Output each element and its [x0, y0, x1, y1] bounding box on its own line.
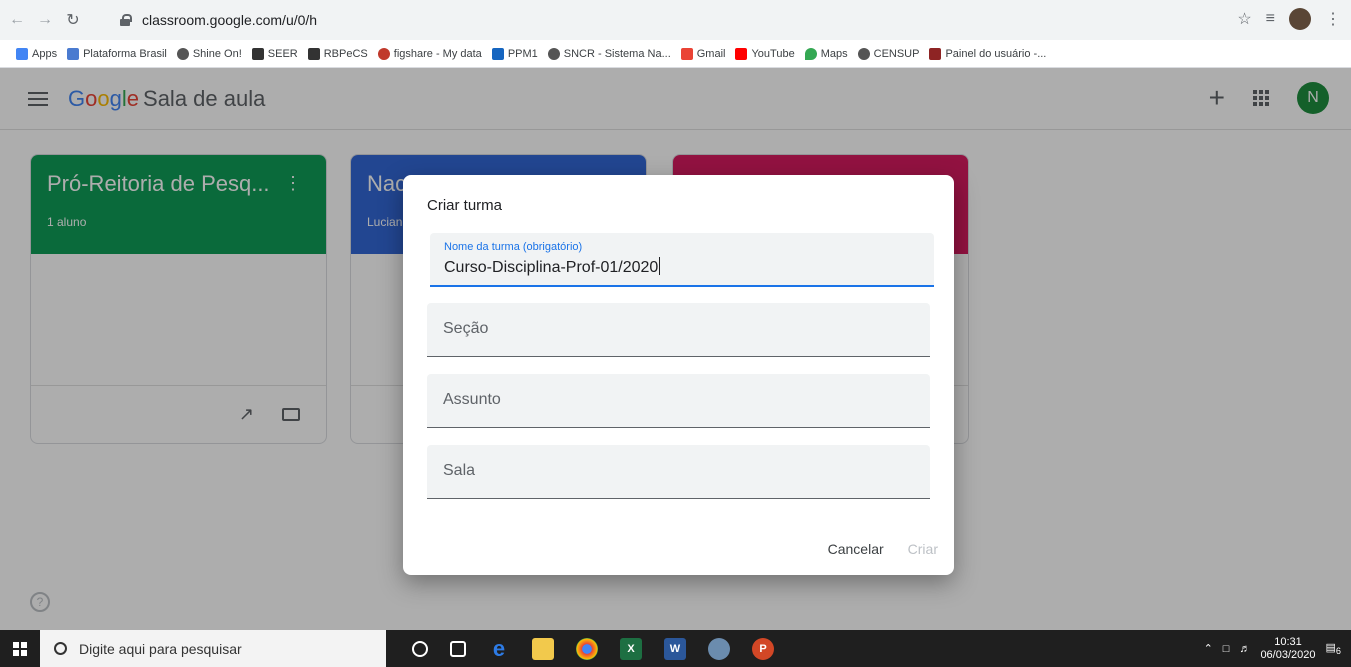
- apps-grid-icon: [16, 47, 28, 60]
- reading-list-icon[interactable]: ≡: [1266, 10, 1275, 28]
- notifications-icon[interactable]: ▤6: [1326, 641, 1342, 656]
- bookmark-ppm1[interactable]: PPM1: [491, 47, 538, 60]
- bookmark-figshare[interactable]: figshare - My data: [377, 47, 482, 60]
- room-placeholder: Sala: [443, 462, 476, 479]
- system-clock[interactable]: 10:31 06/03/2020: [1260, 636, 1315, 662]
- task-view-icon[interactable]: [450, 640, 466, 657]
- gmail-icon: [680, 47, 693, 60]
- taskbar-search-placeholder: Digite aqui para pesquisar: [79, 640, 242, 657]
- chrome-menu-icon[interactable]: ⋮: [1325, 9, 1341, 29]
- create-class-dialog: Criar turma Nome da turma (obrigatório) …: [403, 175, 954, 575]
- chevron-up-icon[interactable]: ⌃: [1204, 642, 1213, 655]
- globe-icon: [547, 47, 560, 60]
- bookmark-plataforma-brasil[interactable]: Plataforma Brasil: [67, 47, 167, 60]
- excel-icon[interactable]: X: [620, 637, 642, 660]
- class-name-label: Nome da turma (obrigatório): [444, 241, 583, 253]
- search-icon: [54, 642, 67, 655]
- volume-icon[interactable]: ♬: [1239, 643, 1250, 655]
- taskbar: Digite aqui para pesquisar e X W P ⌃ □ ♬…: [0, 630, 1351, 667]
- bookmark-rbpecs[interactable]: RBPeCS: [307, 47, 368, 60]
- file-explorer-icon[interactable]: [532, 637, 554, 660]
- class-name-input[interactable]: Curso-Disciplina-Prof-01/2020: [444, 257, 661, 277]
- subject-placeholder: Assunto: [443, 391, 501, 408]
- pkp-icon: [307, 47, 320, 60]
- subject-field[interactable]: Assunto: [427, 374, 930, 428]
- pkp-icon: [251, 47, 264, 60]
- address-bar[interactable]: classroom.google.com/u/0/h: [120, 8, 1210, 32]
- ppm-icon: [491, 47, 504, 60]
- room-field[interactable]: Sala: [427, 445, 930, 499]
- bookmark-maps[interactable]: Maps: [804, 47, 848, 60]
- dialog-title: Criar turma: [427, 197, 503, 214]
- satellite-icon: [67, 47, 80, 60]
- text-caret: [659, 257, 661, 275]
- figshare-icon: [377, 47, 390, 60]
- windows-start-button[interactable]: [0, 641, 40, 656]
- powerpoint-icon[interactable]: P: [752, 637, 774, 660]
- browser-toolbar: ← → ↻ classroom.google.com/u/0/h ☆ ≡ ⋮: [0, 0, 1351, 40]
- taskbar-search[interactable]: Digite aqui para pesquisar: [40, 630, 386, 667]
- maps-pin-icon: [804, 47, 817, 60]
- bookmark-star-icon[interactable]: ☆: [1237, 9, 1251, 29]
- reload-icon[interactable]: ↻: [62, 9, 84, 31]
- pje-icon: [929, 47, 942, 60]
- cortana-icon[interactable]: [412, 640, 428, 657]
- notification-count: 6: [1335, 646, 1341, 657]
- create-button[interactable]: Criar: [908, 541, 938, 557]
- edge-icon[interactable]: e: [488, 636, 510, 661]
- chrome-icon[interactable]: [576, 637, 598, 660]
- clock-time: 10:31: [1274, 635, 1302, 648]
- bookmark-apps[interactable]: Apps: [16, 47, 57, 60]
- lock-icon: [120, 14, 132, 26]
- paint-icon[interactable]: [708, 637, 730, 660]
- bookmark-gmail[interactable]: Gmail: [680, 47, 725, 60]
- system-tray: ⌃ □ ♬ 10:31 06/03/2020 ▤6: [1204, 630, 1341, 667]
- bookmark-seer[interactable]: SEER: [251, 47, 298, 60]
- clock-date: 06/03/2020: [1260, 648, 1316, 661]
- network-icon[interactable]: □: [1223, 643, 1230, 655]
- windows-logo-icon: [13, 641, 27, 656]
- back-icon[interactable]: ←: [6, 9, 28, 31]
- bookmark-youtube[interactable]: YouTube: [735, 47, 795, 60]
- word-icon[interactable]: W: [664, 637, 686, 660]
- globe-icon: [857, 47, 870, 60]
- bookmark-painel[interactable]: Painel do usuário -...: [929, 47, 1046, 60]
- globe-icon: [176, 47, 189, 60]
- url-text: classroom.google.com/u/0/h: [142, 12, 318, 28]
- class-name-field[interactable]: Nome da turma (obrigatório) Curso-Discip…: [430, 233, 934, 287]
- forward-icon[interactable]: →: [34, 9, 56, 31]
- bookmarks-bar: Apps Plataforma Brasil Shine On! SEER RB…: [0, 40, 1351, 68]
- section-placeholder: Seção: [443, 320, 489, 337]
- cancel-button[interactable]: Cancelar: [828, 541, 884, 557]
- section-field[interactable]: Seção: [427, 303, 930, 357]
- bookmark-shine-on[interactable]: Shine On!: [176, 47, 242, 60]
- profile-avatar[interactable]: [1289, 8, 1311, 30]
- bookmark-sncr[interactable]: SNCR - Sistema Na...: [547, 47, 671, 60]
- bookmark-censup[interactable]: CENSUP: [857, 47, 919, 60]
- youtube-icon: [735, 47, 748, 60]
